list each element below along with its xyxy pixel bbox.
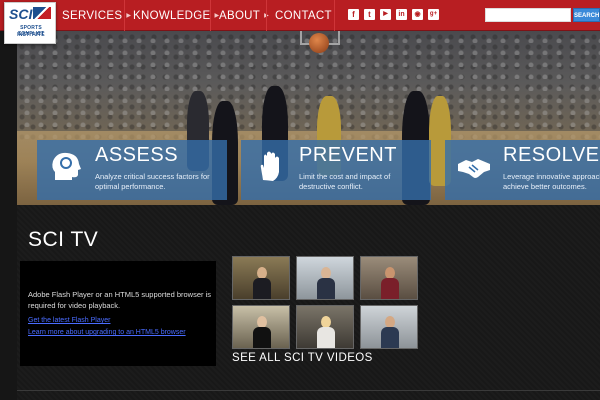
see-all-videos-link[interactable]: SEE ALL SCI TV VIDEOS xyxy=(232,352,373,364)
rss-icon[interactable]: ◉ xyxy=(412,9,423,20)
left-strip xyxy=(0,31,17,400)
hero-banner: ASSESS Analyze critical success factors … xyxy=(17,31,600,205)
panel-assess-title: ASSESS xyxy=(95,144,179,166)
nav-divider xyxy=(334,0,335,31)
nav-services[interactable]: SERVICES ▶ xyxy=(62,0,131,31)
panel-prevent-title: PREVENT xyxy=(299,144,397,166)
thumbnail-body xyxy=(317,278,335,299)
basketball xyxy=(309,33,329,53)
panel-resolve[interactable]: RESOLVE Leverage innovative approaches t… xyxy=(445,140,600,200)
thumbnail-body xyxy=(317,327,335,348)
logo[interactable]: SCI SPORTS CONFLICT INSTITUTE xyxy=(4,2,56,44)
nav-divider xyxy=(266,0,267,31)
hero-crowd xyxy=(17,31,600,141)
thumbnail-person xyxy=(317,267,335,299)
panel-resolve-title: RESOLVE xyxy=(503,144,600,166)
logo-line-2: INSTITUTE xyxy=(17,32,45,38)
hand-stop-icon xyxy=(260,151,279,181)
chevron-right-icon: ▶ xyxy=(126,13,132,19)
nav-knowledge-label: KNOWLEDGE xyxy=(133,9,211,22)
nav-services-label: SERVICES xyxy=(62,9,123,22)
thumbnail-person xyxy=(381,267,399,299)
nav-contact-label: CONTACT xyxy=(275,9,332,22)
linkedin-icon[interactable]: in xyxy=(396,9,407,20)
section-title: SCI TV xyxy=(28,228,99,251)
video-thumbnail[interactable] xyxy=(296,305,354,349)
nav-knowledge[interactable]: KNOWLEDGE ▶ xyxy=(133,0,219,31)
handshake-icon xyxy=(458,159,490,178)
google-plus-icon[interactable]: g+ xyxy=(428,9,439,20)
logo-sci: SCI xyxy=(9,6,33,22)
nav-about[interactable]: ABOUT ▶ xyxy=(219,0,269,31)
video-thumbnail[interactable] xyxy=(232,256,290,300)
panel-assess[interactable]: ASSESS Analyze critical success factors … xyxy=(37,140,227,200)
panel-resolve-desc: Leverage innovative approaches to achiev… xyxy=(503,172,600,191)
thumbnail-body xyxy=(253,278,271,299)
page: SERVICES ▶ KNOWLEDGE ▶ ABOUT ▶ CONTACT f… xyxy=(0,0,600,400)
facebook-icon[interactable]: f xyxy=(348,9,359,20)
video-thumbnail[interactable] xyxy=(360,305,418,349)
flag-icon xyxy=(33,7,51,19)
thumbnail-person xyxy=(381,316,399,348)
thumbnail-body xyxy=(253,327,271,348)
video-thumbnail[interactable] xyxy=(296,256,354,300)
social-links: f t ▶ in ◉ g+ xyxy=(348,9,439,20)
panel-prevent[interactable]: PREVENT Limit the cost and impact of des… xyxy=(241,140,431,200)
nav-divider xyxy=(210,0,211,31)
search-button[interactable]: SEARCH xyxy=(573,8,600,22)
video-player[interactable]: Adobe Flash Player or an HTML5 supported… xyxy=(20,261,216,366)
youtube-icon[interactable]: ▶ xyxy=(380,9,391,20)
thumbnail-person xyxy=(253,316,271,348)
nav-about-label: ABOUT xyxy=(219,9,261,22)
video-thumbnail[interactable] xyxy=(232,305,290,349)
panel-prevent-desc: Limit the cost and impact of destructive… xyxy=(299,172,391,191)
search-input[interactable] xyxy=(485,8,571,22)
head-icon xyxy=(52,152,81,180)
flash-player-link[interactable]: Get the latest Flash Player xyxy=(28,317,110,324)
nav-divider xyxy=(124,0,125,31)
thumbnail-person xyxy=(253,267,271,299)
nav-contact[interactable]: CONTACT xyxy=(275,0,332,31)
thumbnail-body xyxy=(381,327,399,348)
html5-browser-link[interactable]: Learn more about upgrading to an HTML5 b… xyxy=(28,329,186,336)
player-message: Adobe Flash Player or an HTML5 supported… xyxy=(28,290,212,310)
footer-divider xyxy=(17,390,600,391)
header-bar: SERVICES ▶ KNOWLEDGE ▶ ABOUT ▶ CONTACT f… xyxy=(0,0,600,31)
twitter-icon[interactable]: t xyxy=(364,9,375,20)
panel-assess-desc: Analyze critical success factors for opt… xyxy=(95,172,210,191)
thumbnail-body xyxy=(381,278,399,299)
video-thumbnail[interactable] xyxy=(360,256,418,300)
thumbnail-person xyxy=(317,316,335,348)
